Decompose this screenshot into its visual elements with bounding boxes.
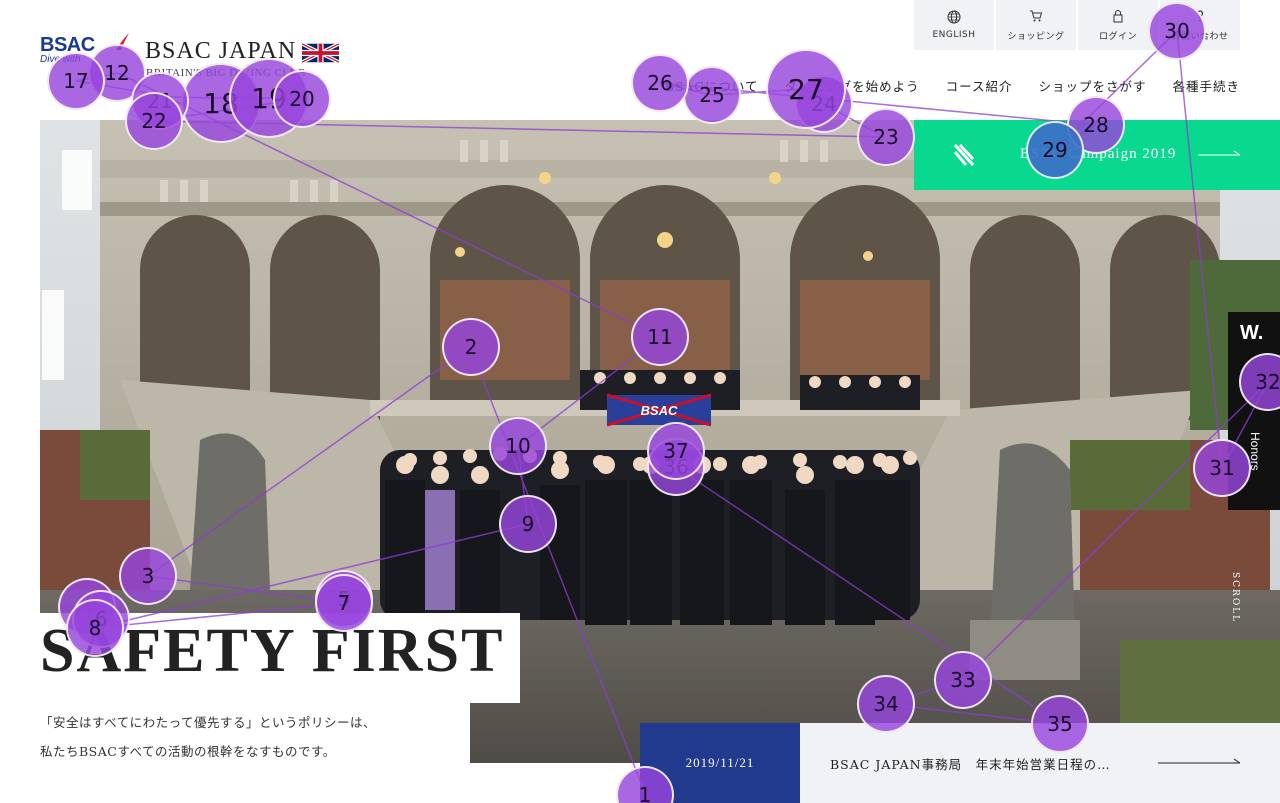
hero-description-line2: 私たちBSACすべての活動の根幹をなすものです。 bbox=[40, 744, 336, 759]
contact-link[interactable]: お問い合わせ bbox=[1160, 0, 1240, 50]
login-label: ログイン bbox=[1098, 31, 1137, 42]
utility-nav: ENGLISH ショッピング ログイン お問い合わせ bbox=[912, 0, 1240, 50]
nav-procedures[interactable]: 各種手続き bbox=[1172, 76, 1240, 95]
campaign-label: BSAC Campaign 2019 bbox=[1020, 146, 1177, 162]
news-ticker[interactable]: 2019/11/21 BSAC JAPAN事務局 年末年始営業日程の… bbox=[640, 723, 1280, 803]
english-link[interactable]: ENGLISH bbox=[914, 0, 994, 50]
news-date: 2019/11/21 bbox=[640, 723, 800, 803]
campaign-button[interactable]: BSAC Campaign 2019 bbox=[914, 120, 1280, 190]
nav-about[interactable]: BSACについて bbox=[665, 76, 759, 95]
news-body: BSAC JAPAN事務局 年末年始営業日程の… bbox=[800, 723, 1280, 803]
swoosh-icon bbox=[116, 33, 129, 50]
logo-title: BSAC JAPAN bbox=[145, 38, 297, 64]
hero-description-line1: 「安全はすべてにわたって優先する」というポリシーは、 bbox=[40, 715, 377, 730]
shopping-label: ショッピング bbox=[1007, 31, 1065, 42]
arrow-right-icon bbox=[1158, 758, 1241, 764]
site-logo[interactable]: BSAC Dive with BSAC JAPAN BRITAIN'S BIG … bbox=[40, 32, 340, 92]
lock-icon bbox=[1113, 9, 1123, 22]
login-link[interactable]: ログイン bbox=[1078, 0, 1158, 50]
union-flag-icon bbox=[302, 43, 339, 63]
nav-courses[interactable]: コース紹介 bbox=[946, 76, 1013, 95]
english-label: ENGLISH bbox=[932, 30, 976, 40]
hero-description: 「安全はすべてにわたって優先する」というポリシーは、 私たちBSACすべての活動… bbox=[40, 708, 376, 766]
shopping-link[interactable]: ショッピング bbox=[996, 0, 1076, 50]
globe-icon bbox=[947, 10, 961, 24]
logo-tagline: Dive with bbox=[40, 54, 81, 65]
scroll-indicator: SCROLL bbox=[1230, 572, 1240, 624]
nav-start-diving[interactable]: ダイビングを始めよう bbox=[785, 76, 920, 95]
news-title: BSAC JAPAN事務局 年末年始営業日程の… bbox=[830, 757, 1111, 772]
question-icon bbox=[1196, 9, 1204, 21]
side-badge-mark: W. bbox=[1240, 322, 1264, 344]
main-nav: BSACについて ダイビングを始めよう コース紹介 ショップをさがす 各種手続き bbox=[639, 76, 1240, 95]
cart-icon bbox=[1030, 10, 1043, 21]
tracking-marker: 25 bbox=[683, 66, 741, 124]
side-honors-badge[interactable]: W. Honors bbox=[1228, 312, 1280, 510]
logo-subtitle: BRITAIN'S BIG DIVING CLUB bbox=[146, 67, 306, 79]
nav-find-shop[interactable]: ショップをさがす bbox=[1038, 76, 1146, 95]
hero-headline: SAFETY FIRST bbox=[40, 617, 505, 685]
side-badge-label: Honors bbox=[1248, 432, 1262, 471]
arrow-right-icon bbox=[1198, 150, 1241, 156]
campaign-logo-icon bbox=[953, 143, 975, 167]
contact-label: お問い合わせ bbox=[1171, 31, 1229, 42]
hero-banner-text: BSAC bbox=[641, 403, 678, 418]
